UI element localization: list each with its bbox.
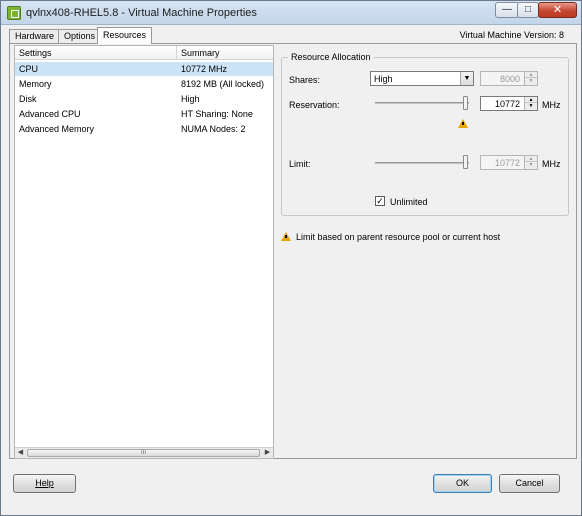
shares-spinner-buttons: ▲ ▼: [524, 72, 537, 85]
properties-window: qvlnx408-RHEL5.8 - Virtual Machine Prope…: [0, 0, 582, 516]
horizontal-scrollbar[interactable]: ◀ III ▶: [15, 447, 273, 458]
unlimited-label[interactable]: Unlimited: [390, 197, 428, 207]
tab-hardware[interactable]: Hardware: [9, 29, 61, 44]
list-row-disk[interactable]: Disk High: [15, 92, 273, 106]
limit-spinner-buttons: ▲ ▼: [524, 156, 537, 169]
shares-label: Shares:: [289, 75, 321, 85]
spin-down-icon: ▼: [528, 78, 534, 84]
vm-version-label: Virtual Machine Version: 8: [459, 30, 564, 40]
row-summary: NUMA Nodes: 2: [181, 124, 246, 134]
window-title: qvlnx408-RHEL5.8 - Virtual Machine Prope…: [26, 7, 257, 19]
resources-panel: Settings Summary CPU 10772 MHz Memory 81…: [9, 43, 577, 459]
limit-slider-thumb: [463, 155, 468, 169]
column-header-settings[interactable]: Settings: [19, 48, 52, 58]
tab-resources[interactable]: Resources: [97, 27, 153, 44]
list-header: Settings Summary: [15, 46, 273, 60]
limit-spinner: 10772 ▲ ▼: [480, 155, 538, 170]
scroll-thumb[interactable]: III: [27, 449, 260, 457]
scroll-right-icon[interactable]: ▶: [262, 448, 273, 458]
row-setting: Disk: [19, 94, 37, 104]
resource-allocation-title: Resource Allocation: [288, 52, 374, 62]
spin-down-icon[interactable]: ▼: [525, 103, 537, 109]
reservation-label: Reservation:: [289, 100, 340, 110]
maximize-button[interactable]: □: [517, 2, 539, 18]
warning-icon: [458, 119, 468, 128]
reservation-value: 10772: [494, 99, 520, 109]
list-row-advanced-memory[interactable]: Advanced Memory NUMA Nodes: 2: [15, 122, 273, 136]
limit-note: Limit based on parent resource pool or c…: [296, 232, 501, 242]
reservation-unit: MHz: [542, 100, 561, 110]
ok-button[interactable]: OK: [433, 474, 492, 493]
row-summary: HT Sharing: None: [181, 109, 253, 119]
column-header-summary[interactable]: Summary: [181, 48, 220, 58]
vm-icon: [7, 6, 21, 20]
shares-selected-value: High: [374, 74, 393, 84]
limit-unit: MHz: [542, 159, 561, 169]
row-summary: High: [181, 94, 200, 104]
limit-value: 10772: [494, 158, 520, 168]
shares-value: 8000: [499, 74, 520, 84]
cancel-button[interactable]: Cancel: [499, 474, 560, 493]
column-divider[interactable]: [176, 46, 177, 60]
spin-down-icon: ▼: [528, 162, 534, 168]
shares-value-spinner: 8000 ▲ ▼: [480, 71, 538, 86]
limit-label: Limit:: [289, 159, 311, 169]
minimize-button[interactable]: —: [495, 2, 519, 18]
help-button[interactable]: Help: [13, 474, 76, 493]
reservation-spinner[interactable]: 10772 ▲ ▼: [480, 96, 538, 111]
help-button-label: Help: [35, 478, 54, 488]
title-bar[interactable]: qvlnx408-RHEL5.8 - Virtual Machine Prope…: [1, 1, 581, 25]
list-row-cpu[interactable]: CPU 10772 MHz: [15, 62, 273, 76]
reservation-spinner-buttons: ▲ ▼: [524, 97, 537, 110]
list-row-advanced-cpu[interactable]: Advanced CPU HT Sharing: None: [15, 107, 273, 121]
chevron-down-icon[interactable]: ▼: [460, 72, 473, 85]
row-setting: CPU: [19, 64, 39, 74]
scroll-left-icon[interactable]: ◀: [15, 448, 26, 458]
row-summary: 8192 MB (All locked): [181, 79, 265, 89]
close-button[interactable]: ✕: [538, 2, 577, 18]
reservation-slider-track[interactable]: [375, 102, 469, 104]
tab-options[interactable]: Options: [58, 29, 102, 44]
settings-list: Settings Summary CPU 10772 MHz Memory 81…: [14, 45, 274, 459]
list-row-memory[interactable]: Memory 8192 MB (All locked): [15, 77, 273, 91]
row-setting: Memory: [19, 79, 52, 89]
row-setting: Advanced CPU: [19, 109, 81, 119]
shares-select[interactable]: High ▼: [370, 71, 474, 86]
reservation-slider-thumb[interactable]: [463, 96, 468, 110]
row-summary: 10772 MHz: [181, 64, 228, 74]
warning-icon: [281, 232, 291, 241]
row-setting: Advanced Memory: [19, 124, 95, 134]
limit-slider-track: [375, 162, 469, 164]
unlimited-checkbox[interactable]: ✓: [375, 196, 385, 206]
